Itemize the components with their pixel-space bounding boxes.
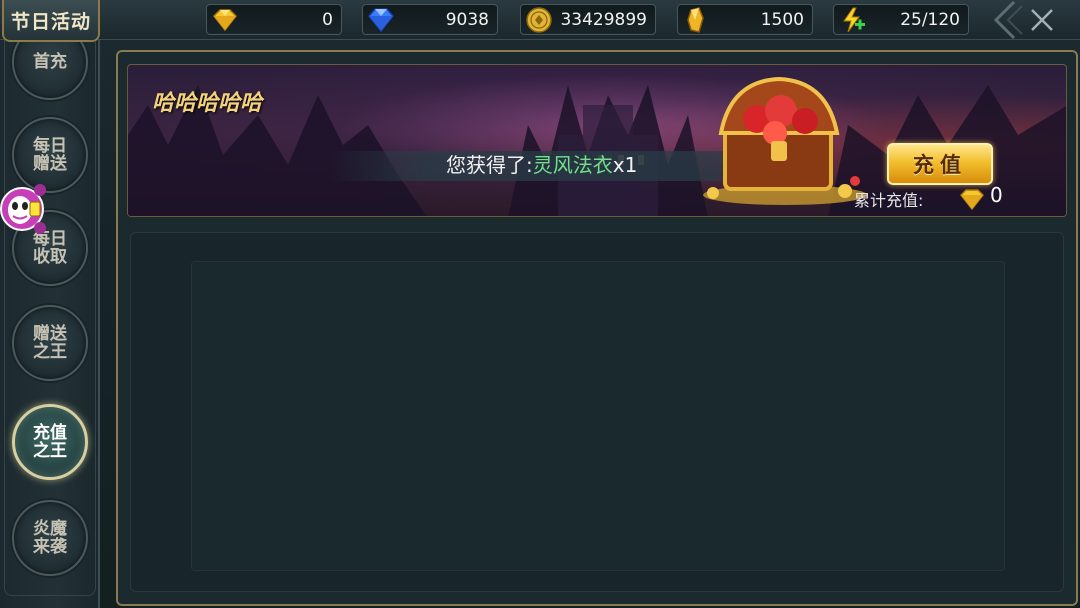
- close-icon: [1031, 9, 1053, 31]
- reward-item-count: x1: [612, 153, 638, 177]
- gold-crystal-count: 1500: [760, 10, 804, 30]
- reward-message-prefix: 您获得了:: [446, 153, 533, 177]
- sidebar-item-gift-king[interactable]: 赠送之王: [12, 305, 88, 381]
- recharge-button[interactable]: 充值: [887, 143, 993, 185]
- resource-gold-gem: 0: [206, 4, 342, 35]
- energy-count: 25/120: [900, 10, 960, 30]
- gold-coin-icon: [526, 7, 552, 33]
- castle-background-image: [128, 85, 1066, 216]
- sidebar-item-label: 每日赠送: [33, 136, 67, 174]
- resource-gold-crystal: 1500: [677, 4, 813, 35]
- page-title: 节日活动: [2, 0, 100, 42]
- treasure-chest-icon: [703, 76, 867, 205]
- resource-gold-coin: 33429899: [520, 4, 656, 35]
- sidebar-item-label: 炎魔来袭: [33, 519, 67, 557]
- gold-coin-count: 33429899: [560, 10, 647, 30]
- blue-diamond-count: 9038: [445, 10, 489, 30]
- reward-list-panel: [130, 232, 1064, 592]
- sidebar-item-recharge-king[interactable]: 充值之王: [12, 404, 88, 480]
- close-button[interactable]: [1024, 4, 1060, 36]
- event-banner: 哈哈哈哈哈 您获得了:灵风法衣x1 充值 累计充值: 0: [127, 64, 1067, 217]
- gold-crystal-icon: [687, 7, 704, 33]
- gold-gem-count: 0: [322, 10, 333, 30]
- event-title: 哈哈哈哈哈: [152, 91, 263, 116]
- total-recharge-value: 0: [990, 183, 1003, 207]
- sidebar-item-label: 赠送之王: [33, 324, 67, 362]
- sidebar-item-flame-demon[interactable]: 炎魔来袭: [12, 500, 88, 576]
- blue-diamond-icon: [368, 8, 394, 33]
- energy-bolt-icon: [843, 7, 865, 33]
- mascot-avatar-icon[interactable]: [0, 176, 52, 242]
- total-recharge-label: 累计充值:: [854, 191, 924, 210]
- reward-list-area: [191, 261, 1005, 571]
- gold-gem-icon: [959, 189, 985, 211]
- reward-message: 您获得了:灵风法衣x1: [446, 149, 637, 181]
- sidebar-item-label: 首充: [33, 52, 67, 72]
- sidebar-item-label: 充值之王: [33, 423, 67, 461]
- reward-item-name: 灵风法衣: [532, 153, 613, 177]
- gold-gem-icon: [212, 9, 238, 32]
- resource-energy: 25/120: [833, 4, 969, 35]
- resource-blue-diamond: 9038: [362, 4, 498, 35]
